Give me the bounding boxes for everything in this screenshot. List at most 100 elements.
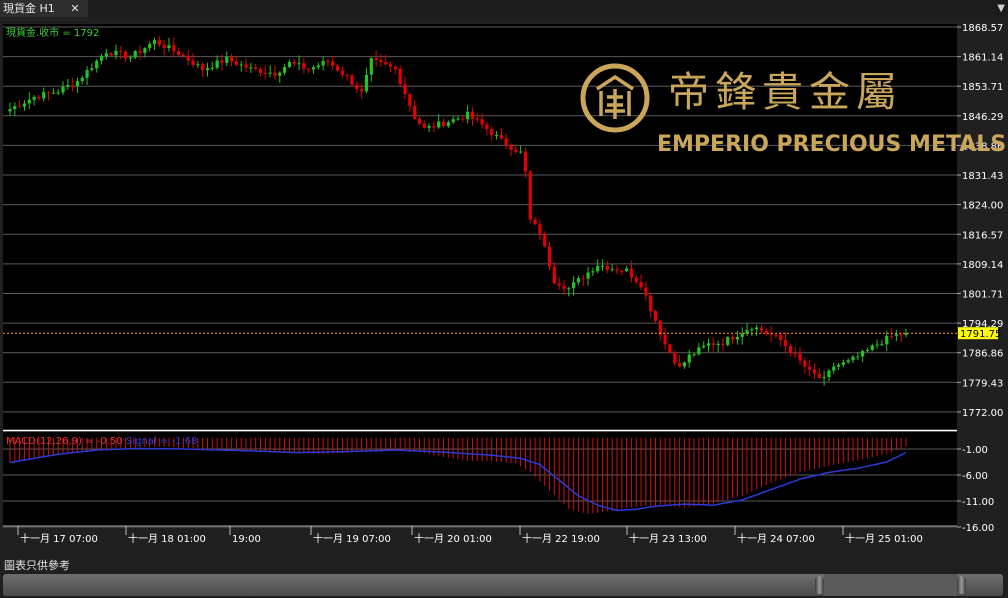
candle-body (547, 246, 552, 267)
candle-body (702, 345, 706, 348)
candle-body (417, 118, 422, 124)
candle-body (730, 337, 735, 340)
candle-body (152, 40, 157, 45)
macd-tick-label: -6.00 (962, 471, 988, 482)
candle-body (841, 362, 845, 365)
candle-body (384, 62, 388, 65)
candle-body (788, 345, 792, 354)
candle-body (494, 135, 499, 137)
time-tick-label: 19:00 (232, 534, 261, 545)
candle-body (138, 51, 142, 53)
candle-body (66, 85, 70, 87)
candle-body (374, 58, 378, 61)
candle-body (408, 94, 412, 106)
candle-body (846, 360, 850, 363)
candle-body (533, 219, 537, 225)
candle-body (104, 53, 108, 57)
candle-body (557, 283, 561, 286)
candle-body (889, 335, 894, 337)
candle-body (485, 124, 489, 130)
candle-body (639, 281, 643, 288)
candle-body (634, 277, 638, 282)
tab-gold-h1[interactable]: 現貨金 H1 ✕ (0, 0, 88, 17)
candle-body (451, 119, 455, 123)
price-tick-label: 1786.86 (962, 349, 1003, 360)
candle-body (615, 269, 619, 271)
candle-body (817, 373, 821, 378)
candle-body (562, 285, 566, 289)
chart-scrollbar[interactable] (3, 574, 1003, 596)
candle-body (677, 363, 682, 367)
time-tick-label: 十一月 20 01:00 (414, 532, 492, 545)
candle-body (692, 354, 696, 356)
candle-body (808, 366, 812, 370)
candle-body (355, 84, 359, 90)
time-tick-label: 十一月 22 19:00 (522, 532, 600, 545)
watermark-english-name: EMPERIO PRECIOUS METALS (657, 132, 1006, 157)
candle-body (538, 224, 542, 235)
candle-body (109, 53, 113, 56)
candle-body (851, 356, 855, 361)
candle-body (663, 334, 667, 345)
tab-bar: 現貨金 H1 ✕ ▼ (0, 0, 1008, 17)
candle-body (191, 60, 195, 65)
scrollbar-thumb[interactable] (824, 574, 957, 596)
candle-body (205, 68, 210, 71)
price-tick-label: 1772.00 (962, 408, 1003, 419)
price-tick-label: 1853.71 (962, 82, 1003, 93)
candle-body (311, 67, 316, 70)
candle-body (273, 72, 277, 76)
time-tick-label: 十一月 24 07:00 (737, 532, 815, 545)
candle-body (490, 129, 494, 136)
candle-body (543, 234, 547, 247)
candle-body (157, 40, 161, 46)
price-tick-label: 1868.57 (962, 23, 1003, 34)
candle-body (181, 54, 186, 57)
scrollbar-left-handle[interactable] (815, 576, 824, 594)
candle-body (856, 356, 860, 358)
close-icon[interactable]: ✕ (68, 0, 82, 17)
candle-body (80, 77, 84, 82)
price-tick-label: 1779.43 (962, 378, 1003, 389)
candle-body (591, 271, 595, 273)
candle-body (706, 343, 711, 346)
candle-body (225, 56, 229, 63)
candle-body (364, 74, 369, 92)
candle-body (649, 295, 653, 311)
candle-body (307, 68, 311, 70)
price-tick-label: 1846.29 (962, 112, 1003, 123)
candle-body (899, 334, 903, 336)
candle-body (803, 360, 807, 367)
chevron-down-icon[interactable]: ▼ (997, 0, 1005, 17)
candle-body (263, 73, 267, 75)
candle-body (827, 370, 831, 378)
candle-body (504, 138, 508, 146)
candle-body (42, 92, 46, 99)
candle-body (798, 353, 802, 361)
chart-area[interactable]: 1868.571861.141853.711846.291838.861831.… (0, 19, 1008, 549)
candle-body (581, 278, 585, 280)
candle-body (658, 320, 662, 335)
candle-body (201, 64, 205, 71)
candle-body (653, 310, 658, 321)
candle-body (514, 149, 518, 153)
candle-body (764, 330, 768, 333)
candle-body (172, 45, 176, 52)
candle-body (254, 67, 258, 69)
candle-body (37, 96, 41, 99)
candle-body (56, 92, 60, 94)
macd-header: MACD(12,26,9) = -0.50 (6, 436, 123, 447)
candle-body (480, 119, 484, 125)
candle-body (726, 337, 730, 345)
scrollbar-right-handle[interactable] (957, 576, 966, 594)
candle-body (456, 118, 460, 120)
candle-body (422, 123, 426, 128)
candle-body (148, 44, 152, 49)
macd-tick-label: -16.00 (962, 523, 994, 534)
candle-body (388, 64, 393, 67)
candle-body (249, 67, 253, 69)
candle-body (644, 287, 648, 296)
candle-body (620, 270, 624, 272)
candle-body (114, 50, 118, 56)
tab-title: 現貨金 H1 (3, 2, 55, 15)
